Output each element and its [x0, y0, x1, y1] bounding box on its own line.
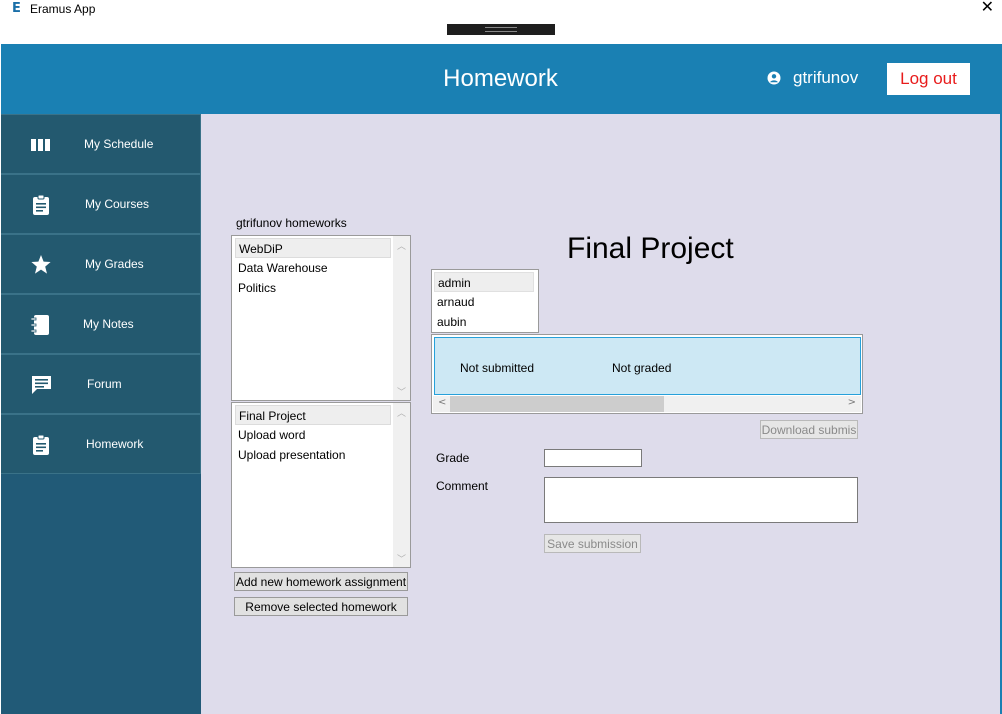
username-label: gtrifunov	[793, 68, 859, 87]
grade-label: Grade	[436, 451, 470, 465]
sidebar-item-my-notes[interactable]: My Notes	[1, 294, 201, 354]
sidebar-item-label: My Grades	[85, 257, 144, 271]
assignment-list[interactable]: Final Project Upload word Upload present…	[231, 402, 411, 568]
scroll-down-icon[interactable]: ﹀	[397, 552, 406, 565]
list-item-arnaud[interactable]: arnaud	[434, 292, 534, 312]
scroll-down-icon[interactable]: ﹀	[397, 385, 406, 398]
comment-input[interactable]	[544, 477, 858, 523]
scroll-up-icon[interactable]: ︿	[397, 406, 406, 419]
list-item-upload-word[interactable]: Upload word	[235, 425, 391, 445]
sidebar-item-my-schedule[interactable]: My Schedule	[1, 114, 201, 174]
notebook-icon	[31, 315, 49, 335]
star-icon	[31, 255, 51, 274]
clipboard-icon	[33, 195, 49, 215]
assignment-list-scrollbar[interactable]: ︿ ﹀	[393, 403, 410, 567]
list-item-webdip[interactable]: WebDiP	[235, 238, 391, 258]
sidebar-item-label: My Notes	[83, 317, 134, 331]
course-list-scrollbar[interactable]: ︿ ﹀	[393, 236, 410, 400]
grade-input[interactable]	[544, 449, 642, 467]
list-item-final-project[interactable]: Final Project	[235, 405, 391, 425]
assignment-title: Final Project	[567, 232, 734, 265]
sidebar-item-label: Homework	[86, 437, 144, 451]
submission-row[interactable]: Not submitted Not graded	[434, 337, 861, 395]
course-list[interactable]: WebDiP Data Warehouse Politics ︿ ﹀	[231, 235, 411, 401]
comment-label: Comment	[436, 479, 489, 493]
list-item-upload-presentation[interactable]: Upload presentation	[235, 445, 391, 465]
sidebar-item-label: My Courses	[85, 197, 150, 211]
window-titlebar: E Eramus App ✕	[0, 0, 1002, 44]
remove-homework-button[interactable]: Remove selected homework	[234, 597, 408, 616]
scrollbar-thumb[interactable]	[450, 396, 664, 412]
close-icon[interactable]: ✕	[981, 0, 994, 16]
sidebar-item-label: My Schedule	[84, 137, 154, 151]
submission-grade: Not graded	[612, 361, 672, 375]
chat-icon	[32, 376, 51, 394]
grid-horizontal-scrollbar[interactable]: < >	[433, 396, 861, 412]
schedule-icon	[31, 139, 50, 151]
submission-status: Not submitted	[460, 361, 535, 375]
add-homework-button[interactable]: Add new homework assignment	[234, 572, 408, 591]
sidebar-item-homework[interactable]: Homework	[1, 414, 201, 474]
student-list[interactable]: admin arnaud aubin	[431, 269, 539, 333]
logout-button[interactable]: Log out	[887, 63, 970, 95]
download-submission-button[interactable]: Download submis	[760, 420, 858, 439]
app-logo-icon: E	[12, 1, 21, 16]
user-icon	[767, 71, 781, 85]
scroll-left-icon[interactable]: <	[438, 397, 446, 408]
clipboard-icon	[33, 435, 49, 455]
sidebar-item-forum[interactable]: Forum	[1, 354, 201, 414]
save-submission-button[interactable]: Save submission	[544, 534, 641, 553]
sidebar: My Schedule My Courses My Grades My Note…	[1, 114, 201, 714]
list-item-aubin[interactable]: aubin	[434, 312, 534, 332]
homeworks-caption: gtrifunov homeworks	[236, 216, 347, 230]
window-title: Eramus App	[30, 2, 96, 16]
list-item-admin[interactable]: admin	[434, 272, 534, 292]
app-header: Homework gtrifunov Log out	[1, 44, 1000, 114]
sidebar-item-my-grades[interactable]: My Grades	[1, 234, 201, 294]
scroll-up-icon[interactable]: ︿	[397, 239, 406, 252]
submission-grid[interactable]: Not submitted Not graded < >	[431, 334, 863, 414]
window-drag-handle[interactable]	[447, 24, 555, 35]
sidebar-item-label: Forum	[87, 377, 122, 391]
scroll-right-icon[interactable]: >	[848, 397, 856, 408]
list-item-politics[interactable]: Politics	[235, 278, 391, 298]
sidebar-item-my-courses[interactable]: My Courses	[1, 174, 201, 234]
user-info: gtrifunov	[767, 68, 858, 88]
list-item-data-warehouse[interactable]: Data Warehouse	[235, 258, 391, 278]
